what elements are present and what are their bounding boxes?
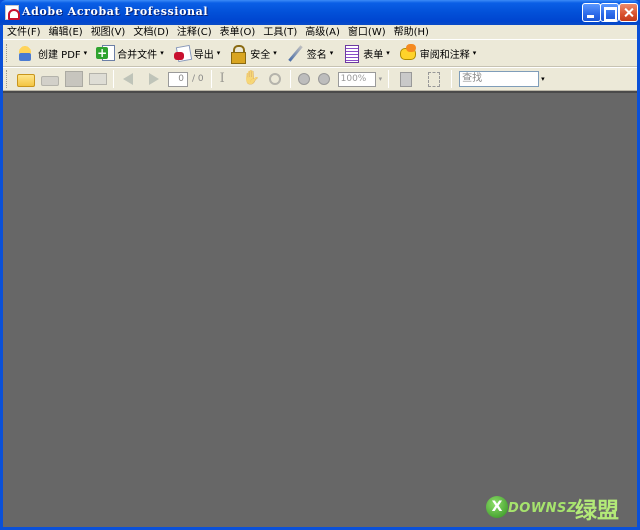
security-label: 安全 — [250, 49, 271, 61]
select-text-icon[interactable] — [218, 71, 236, 87]
fit-page-icon[interactable] — [400, 71, 413, 87]
review-comment-button[interactable]: 审阅和注释 ▾ — [396, 41, 480, 65]
hand-tool-icon[interactable] — [242, 70, 260, 87]
create-pdf-icon — [17, 44, 35, 62]
page-total: / 0 — [192, 74, 204, 84]
menu-tools[interactable]: 工具(T) — [259, 26, 301, 39]
forms-button[interactable]: 表单 ▾ — [339, 41, 393, 65]
security-button[interactable]: 安全 ▾ — [226, 41, 280, 65]
search-input[interactable]: 查找 — [459, 71, 540, 87]
chevron-down-icon[interactable]: ▾ — [217, 49, 221, 57]
watermark-x-icon: X — [486, 496, 508, 518]
pen-icon — [286, 44, 304, 62]
chevron-down-icon[interactable]: ▾ — [473, 49, 477, 57]
save-icon[interactable] — [65, 71, 83, 87]
menu-comments[interactable]: 注释(C) — [173, 26, 216, 39]
menu-bar: 文件(F) 编辑(E) 视图(V) 文档(D) 注释(C) 表单(O) 工具(T… — [3, 25, 637, 39]
close-button[interactable] — [619, 3, 638, 22]
chevron-down-icon[interactable]: ▾ — [386, 49, 390, 57]
form-icon — [342, 44, 360, 63]
chevron-down-icon[interactable]: ▾ — [379, 75, 383, 83]
review-comment-label: 审阅和注释 — [419, 49, 470, 61]
fit-width-icon[interactable] — [428, 71, 441, 87]
maximize-button[interactable] — [600, 3, 619, 22]
window-title: Adobe Acrobat Professional — [22, 5, 209, 18]
watermark-glyphs: 绿盟 — [575, 499, 620, 524]
forms-label: 表单 — [363, 49, 384, 61]
watermark-logo: X DOWNSZ 绿盟 — [480, 490, 630, 524]
minimize-button[interactable] — [582, 3, 601, 22]
export-icon — [173, 44, 191, 62]
menu-forms[interactable]: 表单(O) — [216, 26, 260, 39]
merge-files-icon — [96, 44, 116, 62]
page-number-input[interactable]: 0 — [168, 71, 188, 87]
document-area[interactable] — [3, 91, 637, 527]
toolbar-divider — [113, 70, 114, 88]
chevron-down-icon[interactable]: ▾ — [160, 49, 164, 57]
zoom-level-input[interactable]: 100% — [337, 71, 376, 87]
menu-advanced[interactable]: 高级(A) — [301, 26, 344, 39]
watermark-brand: DOWNSZ — [508, 501, 577, 516]
zoom-in-icon[interactable] — [317, 73, 330, 85]
chevron-down-icon[interactable]: ▾ — [273, 49, 277, 57]
toolbar-grip[interactable] — [6, 70, 9, 88]
export-label: 导出 — [193, 49, 214, 61]
toolbar-divider — [451, 70, 453, 88]
toolbar-grip[interactable] — [6, 44, 9, 62]
email-icon[interactable] — [89, 73, 107, 85]
sign-button[interactable]: 签名 ▾ — [283, 41, 337, 65]
menu-file[interactable]: 文件(F) — [3, 26, 45, 39]
toolbar-divider — [388, 70, 390, 88]
merge-files-label: 合并文件 — [117, 49, 158, 61]
create-pdf-label: 创建 PDF — [38, 49, 81, 61]
toolbar-divider — [289, 70, 291, 88]
menu-edit[interactable]: 编辑(E) — [45, 26, 87, 39]
file-nav-toolbar: 0 / 0 100% ▾ 查找 ▾ — [3, 67, 637, 91]
open-folder-icon[interactable] — [17, 73, 35, 87]
chevron-down-icon[interactable]: ▾ — [541, 75, 545, 83]
create-pdf-button[interactable]: 创建 PDF ▾ — [14, 41, 90, 65]
tasks-toolbar: 创建 PDF ▾ 合并文件 ▾ 导出 ▾ 安全 ▾ 签名 ▾ 表单 ▾ — [3, 39, 637, 67]
toolbar-divider — [210, 70, 212, 88]
menu-document[interactable]: 文档(D) — [129, 26, 173, 39]
zoom-tool-icon[interactable] — [266, 71, 284, 87]
previous-page-icon[interactable] — [120, 71, 138, 87]
menu-help[interactable]: 帮助(H) — [390, 26, 433, 39]
app-window: Adobe Acrobat Professional 文件(F) 编辑(E) 视… — [0, 0, 640, 530]
lock-icon — [229, 44, 247, 64]
menu-window[interactable]: 窗口(W) — [344, 26, 390, 39]
chevron-down-icon[interactable]: ▾ — [330, 49, 334, 57]
acrobat-app-icon[interactable] — [5, 5, 20, 20]
chevron-down-icon[interactable]: ▾ — [84, 49, 88, 57]
zoom-out-icon[interactable] — [297, 73, 310, 85]
print-icon[interactable] — [41, 76, 59, 86]
merge-files-button[interactable]: 合并文件 ▾ — [93, 41, 167, 65]
next-page-icon[interactable] — [144, 71, 162, 87]
menu-view[interactable]: 视图(V) — [87, 26, 130, 39]
export-button[interactable]: 导出 ▾ — [170, 41, 224, 65]
title-bar[interactable]: Adobe Acrobat Professional — [0, 0, 640, 25]
sign-label: 签名 — [306, 49, 327, 61]
review-comment-icon — [399, 44, 417, 62]
